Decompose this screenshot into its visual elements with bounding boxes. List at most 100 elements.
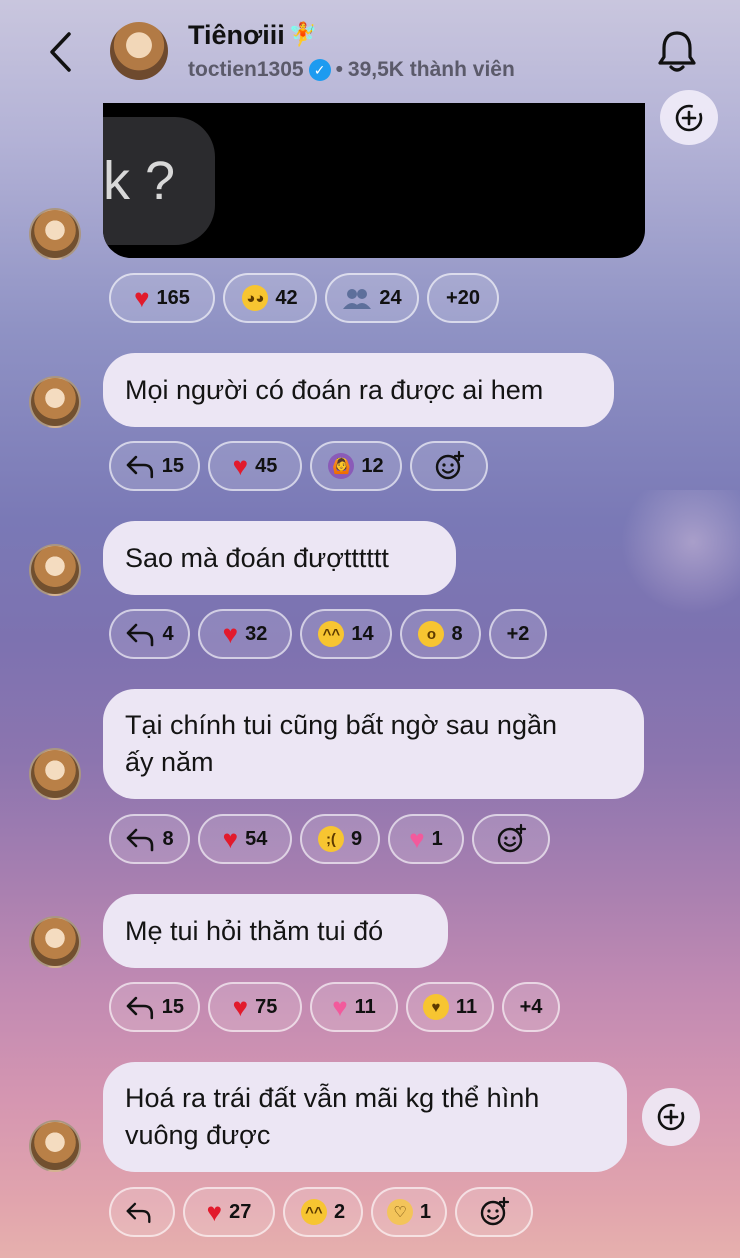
add-reaction-chip[interactable]	[472, 814, 550, 864]
reply-chip[interactable]: 15	[109, 982, 200, 1032]
channel-username: toctien1305	[188, 58, 304, 81]
back-button[interactable]	[40, 30, 80, 74]
reaction-row: ♥ 165 ◕◕ 42 24 +20	[109, 273, 499, 323]
reaction-chip-surprised[interactable]: o 8	[400, 609, 481, 659]
reply-arrow-icon	[127, 623, 154, 647]
reaction-row: 4 ♥ 32 ^^ 14 o 8 +2	[109, 609, 547, 659]
more-reactions-chip[interactable]: +2	[489, 609, 547, 659]
reaction-chip-heart[interactable]: ♥ 32	[198, 609, 292, 659]
message-bubble[interactable]: Sao mà đoán đượtttttt	[103, 521, 456, 595]
reaction-count: 9	[350, 827, 363, 850]
reaction-row: ♥ 27 ^^ 2 ♡ 1	[109, 1187, 533, 1237]
heart-icon: ♥	[222, 619, 239, 649]
message-text-line: Tại chính tui cũng bất ngờ sau ngần	[125, 710, 557, 740]
reaction-chip-laughing[interactable]: ^^ 14	[300, 609, 392, 659]
laughing-tears-face-icon: ^^	[318, 621, 345, 647]
add-emoji-icon	[497, 823, 527, 853]
reply-count: 15	[161, 454, 184, 477]
notifications-button[interactable]	[655, 28, 699, 74]
more-reactions-chip[interactable]: +20	[427, 273, 499, 323]
sender-avatar[interactable]	[29, 376, 81, 428]
reaction-count: 11	[455, 995, 478, 1018]
add-reaction-button[interactable]	[660, 90, 718, 145]
message-bubble[interactable]: Mọi người có đoán ra được ai hem	[103, 353, 614, 427]
reaction-chip-laughing[interactable]: ^^ 2	[283, 1187, 363, 1237]
message-text-line: vuông được	[125, 1120, 271, 1150]
add-reaction-button[interactable]	[642, 1088, 700, 1146]
channel-title[interactable]: Tiênơiii 🧚	[188, 20, 317, 51]
message-bubble[interactable]: Hoá ra trái đất vẫn mãi kg thể hình vuôn…	[103, 1062, 627, 1172]
sender-avatar[interactable]	[29, 208, 81, 260]
reaction-chip-heart[interactable]: ♥ 54	[198, 814, 292, 864]
media-preview-text: k ?	[103, 117, 215, 245]
reaction-count: 11	[354, 995, 376, 1018]
fairy-emoji-icon: 🧚	[288, 22, 318, 48]
message-text: Sao mà đoán đượtttttt	[125, 542, 389, 573]
media-message[interactable]: k ?	[103, 103, 645, 258]
message-text: Mẹ tui hỏi thăm tui đó	[125, 915, 384, 946]
sender-avatar[interactable]	[29, 748, 81, 800]
reaction-count: 24	[379, 286, 402, 309]
reply-arrow-icon	[126, 1202, 151, 1224]
more-reactions-count: +4	[519, 995, 543, 1018]
sender-avatar[interactable]	[29, 916, 81, 968]
reaction-chip-pleading[interactable]: ◕◕ 42	[223, 273, 317, 323]
reaction-count: 45	[255, 454, 278, 477]
reaction-chip-person-ok[interactable]: 🙆 12	[310, 441, 402, 491]
reaction-count: 75	[255, 995, 278, 1018]
reply-chip[interactable]: 15	[109, 441, 200, 491]
more-reactions-chip[interactable]: +4	[502, 982, 560, 1032]
reaction-chip-smiling-hearts[interactable]: ♥ 11	[406, 982, 494, 1032]
reaction-count: 32	[245, 622, 268, 645]
sender-avatar[interactable]	[29, 1120, 81, 1172]
reply-chip[interactable]: 4	[109, 609, 190, 659]
channel-avatar[interactable]	[110, 22, 168, 80]
reaction-chip-heart[interactable]: ♥ 165	[109, 273, 215, 323]
growing-heart-icon: ♥	[409, 824, 425, 854]
chevron-left-icon	[50, 32, 71, 72]
add-emoji-icon	[480, 1196, 510, 1226]
reaction-chip-heart-hands[interactable]: ♡ 1	[371, 1187, 447, 1237]
reply-chip[interactable]	[109, 1187, 175, 1237]
pleading-face-icon: ◕◕	[242, 285, 269, 311]
heart-icon: ♥	[134, 283, 150, 313]
laughing-tears-face-icon: ^^	[300, 1199, 327, 1225]
verified-badge-icon: ✓	[308, 59, 331, 81]
reaction-chip-growing-heart[interactable]: ♥ 11	[310, 982, 398, 1032]
reaction-count: 12	[361, 454, 384, 477]
channel-subtitle: toctien1305 ✓ • 39,5K thành viên	[188, 58, 515, 82]
reaction-chip-heart[interactable]: ♥ 45	[208, 441, 302, 491]
message-text-line: Hoá ra trái đất vẫn mãi kg thể hình	[125, 1083, 540, 1113]
add-circle-icon	[657, 1103, 685, 1131]
reaction-count: 1	[431, 827, 443, 850]
message-bubble[interactable]: Tại chính tui cũng bất ngờ sau ngần ấy n…	[103, 689, 644, 799]
message-text: Mọi người có đoán ra được ai hem	[125, 374, 544, 405]
background-cloud	[615, 490, 740, 620]
reaction-chip-crying[interactable]: ;( 9	[300, 814, 380, 864]
reply-count: 4	[162, 622, 174, 645]
heart-icon: ♥	[222, 824, 239, 854]
reply-count: 15	[161, 995, 184, 1018]
reply-chip[interactable]: 8	[109, 814, 190, 864]
smiling-face-with-hearts-icon: ♥	[422, 994, 449, 1020]
reaction-chip-people[interactable]: 24	[325, 273, 419, 323]
reaction-row: 15 ♥ 75 ♥ 11 ♥ 11 +4	[109, 982, 560, 1032]
add-reaction-chip[interactable]	[455, 1187, 533, 1237]
heart-icon: ♥	[206, 1197, 223, 1227]
add-emoji-icon	[435, 450, 465, 480]
add-reaction-chip[interactable]	[410, 441, 488, 491]
reaction-chip-growing-heart[interactable]: ♥ 1	[388, 814, 464, 864]
bell-icon	[658, 31, 696, 72]
crying-face-icon: ;(	[317, 826, 344, 852]
add-circle-icon	[675, 104, 703, 131]
reply-count: 8	[162, 827, 174, 850]
reaction-chip-heart[interactable]: ♥ 75	[208, 982, 302, 1032]
reaction-count: 14	[351, 622, 374, 645]
people-silhouette-icon	[343, 289, 372, 309]
reaction-chip-heart[interactable]: ♥ 27	[183, 1187, 275, 1237]
heart-hands-icon: ♡	[387, 1199, 413, 1225]
sender-avatar[interactable]	[29, 544, 81, 596]
surprised-face-icon: o	[418, 621, 445, 647]
message-text-line: ấy năm	[125, 747, 214, 777]
message-bubble[interactable]: Mẹ tui hỏi thăm tui đó	[103, 894, 448, 968]
